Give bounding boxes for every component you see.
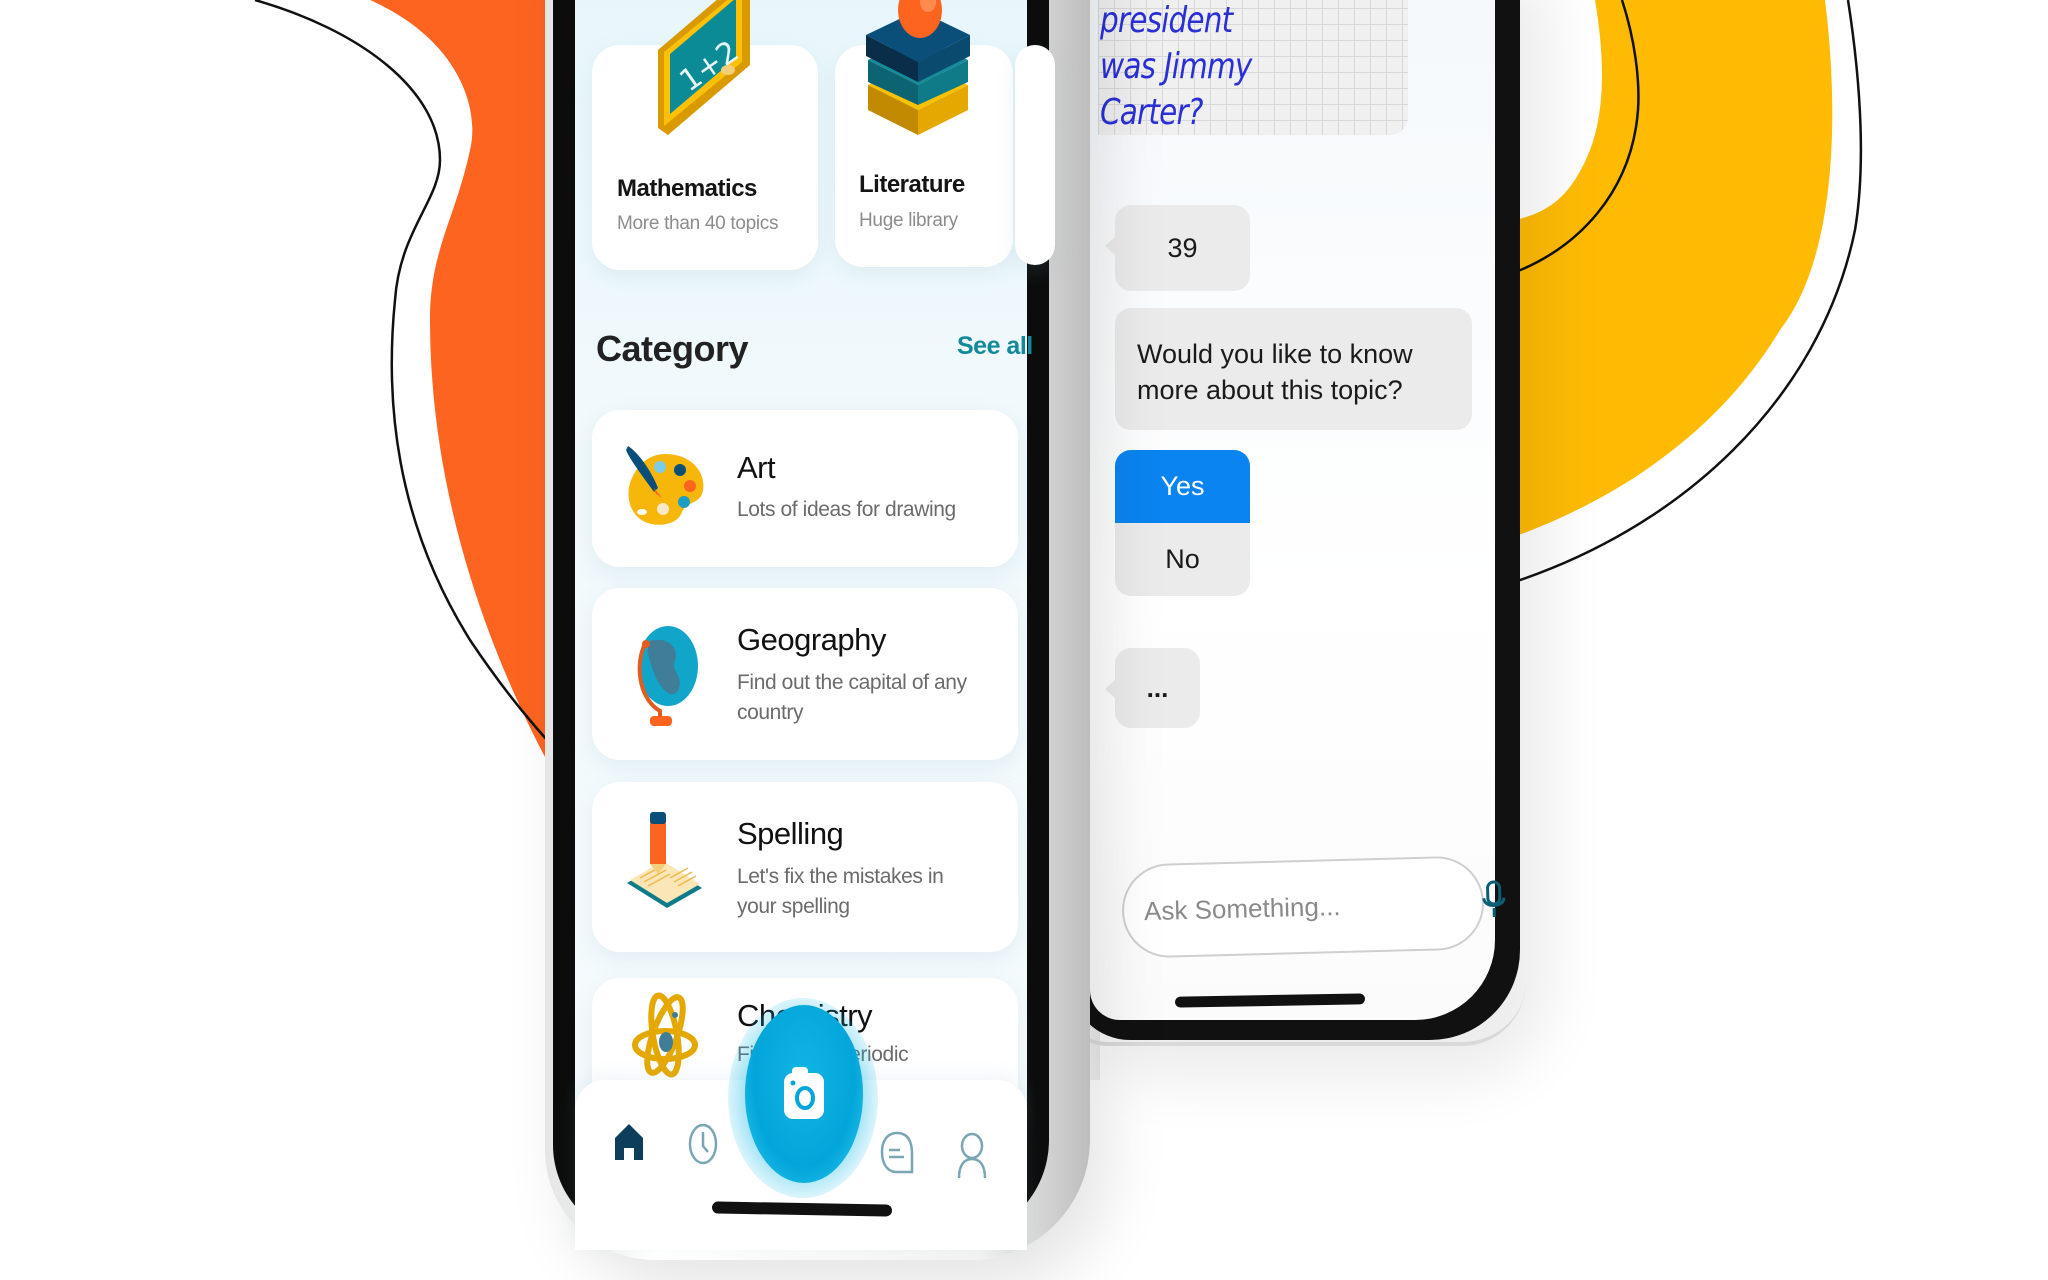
no-label: No: [1165, 544, 1200, 574]
text-caret: [1139, 891, 1141, 932]
quick-reply-group: Yes No: [1115, 450, 1250, 596]
message-text: 39: [1167, 232, 1198, 263]
globe-icon: [637, 626, 698, 726]
atom-icon: [632, 992, 698, 1078]
category-subtitle: Let's fix the mistakes in your spelling: [737, 865, 944, 918]
typing-indicator: ...: [1105, 648, 1200, 728]
ask-input-field[interactable]: [1120, 855, 1506, 959]
category-card-spelling[interactable]: Spelling Let's fix the mistakes in your …: [592, 782, 1018, 952]
clock-icon[interactable]: [687, 1122, 719, 1171]
category-title: Geography: [737, 622, 886, 657]
scanned-question-line: was Jimmy Carter?: [1100, 46, 1252, 133]
typing-indicator-text: ...: [1146, 672, 1169, 703]
yes-label: Yes: [1160, 471, 1205, 501]
camera-button[interactable]: [745, 1005, 863, 1183]
category-card-art[interactable]: Art Lots of ideas for drawing: [592, 410, 1018, 567]
yes-button[interactable]: Yes: [1115, 450, 1250, 523]
camera-icon: [784, 1067, 824, 1119]
featured-card-partial[interactable]: [1015, 45, 1055, 265]
ask-input[interactable]: [1141, 885, 1482, 928]
category-subtitle: Lots of ideas for drawing: [737, 498, 956, 521]
microphone-icon[interactable]: [1480, 879, 1507, 925]
category-subtitle: Find out the capital of any country: [737, 671, 967, 724]
chat-message-bot: Would you like to know more about this t…: [1115, 308, 1472, 430]
category-card-geography[interactable]: Geography Find out the capital of any co…: [592, 588, 1018, 760]
featured-card-subtitle: Huge library: [859, 210, 958, 231]
scanned-question-line: What number president: [1100, 0, 1233, 41]
see-all-link[interactable]: See all: [957, 332, 1033, 361]
chalkboard-icon: 1+2: [658, 0, 750, 135]
paint-palette-icon: [626, 446, 704, 525]
chat-bubble-icon[interactable]: [880, 1130, 914, 1181]
scanned-question-text: What number president was Jimmy Carter?: [1100, 0, 1362, 136]
books-stack-icon: [866, 0, 970, 135]
featured-card-title: Mathematics: [617, 175, 757, 202]
category-heading: Category: [596, 328, 749, 369]
category-title: Spelling: [737, 816, 844, 851]
user-icon[interactable]: [957, 1132, 987, 1185]
home-icon[interactable]: [613, 1122, 645, 1167]
message-text: Would you like to know more about this t…: [1137, 339, 1413, 405]
featured-card-title: Literature: [859, 171, 965, 198]
chat-message-bot: 39: [1105, 205, 1250, 291]
featured-card-subtitle: More than 40 topics: [617, 213, 779, 234]
pencil-book-icon: [627, 812, 702, 908]
category-title: Art: [737, 450, 776, 485]
no-button[interactable]: No: [1115, 523, 1250, 596]
